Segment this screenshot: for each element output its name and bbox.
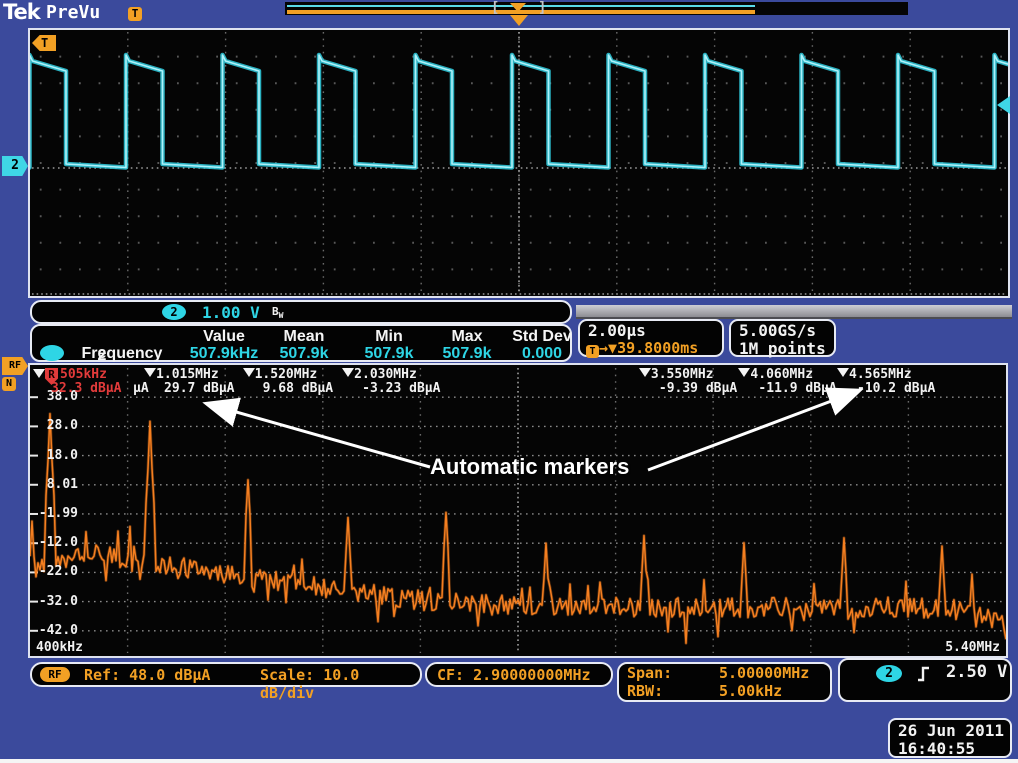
rf-vertical-readout[interactable]: RF Ref: 48.0 dBµA Scale: 10.0 dB/div: [30, 662, 422, 687]
rf-readout-badge: RF: [40, 667, 70, 682]
measurement-table[interactable]: Value Mean Min Max Std Dev 2 Frequency 5…: [30, 324, 572, 362]
channel2-position-marker[interactable]: 2: [2, 156, 28, 176]
horizontal-readout[interactable]: 2.00µs T→▼39.8000ms: [578, 319, 724, 357]
ref-marker-freq: 505kHz: [60, 367, 107, 382]
auto-marker-triangle: [33, 369, 45, 378]
trigger-readout[interactable]: 2 2.50 V: [838, 658, 1012, 702]
y-axis-tick-label: -12.0: [32, 535, 78, 550]
span-rbw-readout[interactable]: Span: 5.00000MHz RBW: 5.00kHz: [617, 662, 832, 702]
center-frequency-readout[interactable]: CF: 2.90000000MHz: [425, 662, 613, 687]
auto-marker-triangle: [738, 368, 750, 377]
auto-marker-triangle: [144, 368, 156, 377]
rf-scale: Scale: 10.0 dB/div: [260, 666, 420, 702]
auto-marker-frequency: 1.015MHz: [156, 367, 219, 382]
y-axis-tick-label: 18.0: [32, 448, 78, 463]
trigger-position-icon: [510, 3, 526, 12]
ch2-waveform-plot: [30, 30, 1008, 296]
rf-normal-trace-badge[interactable]: N: [2, 377, 16, 391]
auto-marker-amplitude: 9.68 dBµA: [263, 381, 333, 396]
date-label: 26 Jun 2011: [898, 721, 1004, 740]
record-length: 1M points: [739, 339, 826, 358]
waveform-bottom-bar: [576, 305, 1012, 319]
y-axis-tick-label: -22.0: [32, 564, 78, 579]
meas-name: Frequency: [72, 345, 172, 363]
auto-marker-triangle: [837, 368, 849, 377]
rf-ref-level: Ref: 48.0 dBµA: [84, 666, 210, 684]
rising-edge-icon: [916, 664, 932, 683]
ch2-badge-label: 2: [170, 305, 177, 319]
col-header-stddev: Std Dev: [492, 328, 592, 346]
auto-marker-frequency: 1.520MHz: [255, 367, 318, 382]
meas-ch2-badge: 2: [40, 345, 64, 361]
ch2-scale-readout[interactable]: 2 1.00 V BW: [30, 300, 572, 324]
y-axis-tick-label: -1.99: [32, 506, 78, 521]
start-frequency-label: 400kHz: [36, 640, 83, 655]
window-bracket-right: ]: [538, 0, 546, 16]
datetime-readout: 26 Jun 2011 16:40:55: [888, 718, 1012, 758]
trigger-source-badge: 2: [876, 665, 902, 682]
rf-spectrum-plot: [30, 365, 1006, 656]
time-label: 16:40:55: [898, 739, 975, 758]
delay-value: 39.8000ms: [617, 339, 698, 357]
auto-marker-amplitude: 29.7 dBµA: [164, 381, 234, 396]
center-frequency: CF: 2.90000000MHz: [437, 666, 591, 684]
ch2-volts-per-div: 1.00 V: [202, 303, 260, 322]
auto-marker-amplitude: -3.23 dBµA: [362, 381, 440, 396]
auto-marker-triangle: [639, 368, 651, 377]
acquisition-preview-bar[interactable]: [ ]: [285, 2, 908, 15]
ref-marker-amp: 32.3 dBµA: [51, 381, 121, 396]
amplitude-unit-label: µA: [133, 381, 149, 396]
rf-channel-marker[interactable]: RF: [2, 357, 28, 375]
ch2-badge: 2: [162, 304, 186, 320]
y-axis-tick-label: -42.0: [32, 623, 78, 638]
y-axis-tick-label: 28.0: [32, 418, 78, 433]
rbw-value: 5.00kHz: [719, 682, 782, 700]
auto-marker-amplitude: -11.9 dBµA: [758, 381, 836, 396]
bandwidth-limit-icon: BW: [272, 305, 283, 320]
horizontal-scale: 2.00µs: [588, 321, 646, 340]
rbw-label: RBW:: [627, 682, 663, 700]
delay-readout: T→▼39.8000ms: [586, 339, 698, 358]
page-margin: [0, 759, 1018, 763]
rf-badge-label: RF: [9, 360, 21, 371]
annotation-text: Automatic markers: [430, 454, 629, 480]
auto-marker-frequency: 4.565MHz: [849, 367, 912, 382]
trigger-t-icon: T: [128, 7, 142, 21]
y-axis-tick-label: 8.01: [32, 477, 78, 492]
tek-logo: Tek: [3, 0, 40, 24]
channel2-badge-label: 2: [11, 158, 19, 173]
auto-marker-frequency: 3.550MHz: [651, 367, 714, 382]
span-value: 5.00000MHz: [719, 664, 809, 682]
oscilloscope-screen: Tek PreVu T [ ] T 2 2 1.00 V BW Value Me…: [0, 0, 1018, 763]
trigger-point-label: T: [41, 36, 48, 50]
delay-arrow: →: [599, 339, 608, 357]
time-domain-graticule: T: [28, 28, 1010, 298]
delay-trigger-icon: T: [586, 345, 599, 358]
sample-rate: 5.00GS/s: [739, 321, 816, 340]
meas-stddev: 0.000: [492, 345, 592, 363]
auto-marker-frequency: 4.060MHz: [750, 367, 813, 382]
auto-marker-amplitude: -9.39 dBµA: [659, 381, 737, 396]
y-axis-tick-label: -32.0: [32, 594, 78, 609]
auto-marker-triangle: [243, 368, 255, 377]
trigger-level: 2.50 V: [946, 662, 1007, 682]
spectrum-graticule: 38.028.018.08.01-1.99-12.0-22.0-32.0-42.…: [28, 363, 1008, 658]
window-bracket-left: [: [491, 0, 499, 16]
span-label: Span:: [627, 664, 672, 682]
auto-marker-amplitude: -10.2 dBµA: [857, 381, 935, 396]
trigger-position-marker[interactable]: [510, 15, 528, 26]
acquisition-readout[interactable]: 5.00GS/s 1M points: [729, 319, 836, 357]
auto-marker-triangle: [342, 368, 354, 377]
delay-tri: ▼: [608, 339, 617, 357]
auto-marker-frequency: 2.030MHz: [354, 367, 417, 382]
stop-frequency-label: 5.40MHz: [945, 640, 1000, 655]
acquisition-status: PreVu: [46, 2, 100, 23]
